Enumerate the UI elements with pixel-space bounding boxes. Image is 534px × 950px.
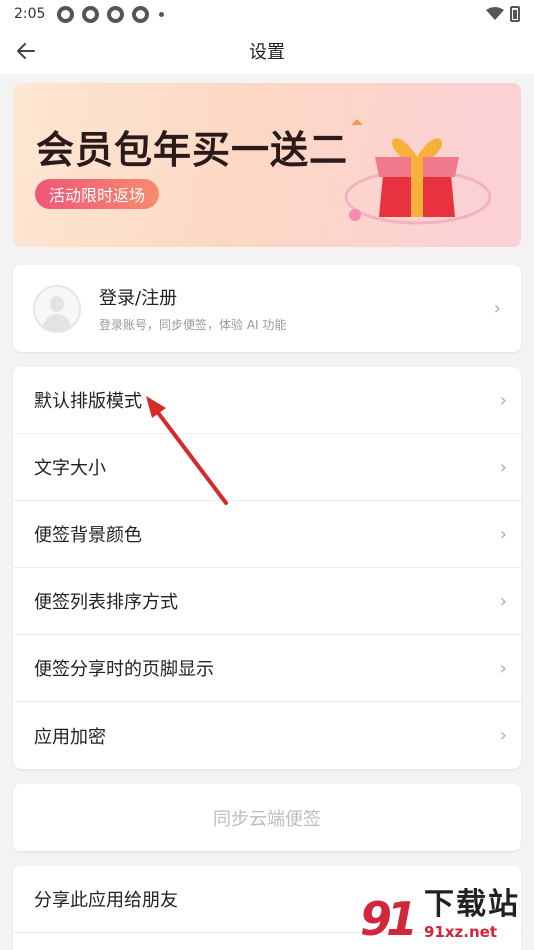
sync-label: 同步云端便签: [213, 808, 321, 830]
avatar: [33, 284, 81, 333]
status-bar: 2:05: [0, 0, 534, 28]
gift-box-icon: [344, 119, 492, 225]
notification-icon: [57, 5, 75, 23]
chevron-right-icon: ›: [493, 298, 501, 319]
setting-label: 便签列表排序方式: [34, 592, 178, 613]
chevron-right-icon: ›: [499, 456, 507, 478]
setting-label: 文字大小: [34, 458, 106, 479]
wifi-icon: [486, 7, 504, 20]
app-header: 设置: [0, 28, 534, 74]
setting-share-footer-display[interactable]: 便签分享时的页脚显示 ›: [13, 635, 521, 702]
banner-title: 会员包年买一送二: [36, 128, 349, 172]
chevron-right-icon: ›: [499, 657, 507, 679]
promo-banner[interactable]: 会员包年买一送二 活动限时返场: [13, 83, 521, 247]
chevron-right-icon: ›: [499, 590, 507, 612]
battery-icon: [510, 6, 520, 22]
setting-label: 应用加密: [34, 726, 106, 748]
watermark-title: 下载站: [424, 887, 520, 922]
setting-font-size[interactable]: 文字大小 ›: [13, 434, 521, 501]
setting-label: 便签分享时的页脚显示: [34, 659, 214, 680]
banner-tag: 活动限时返场: [35, 179, 160, 209]
setting-note-background-color[interactable]: 便签背景颜色 ›: [13, 501, 521, 568]
watermark-logo: 91 下载站 91xz.net: [360, 888, 534, 950]
page-title: 设置: [249, 42, 285, 63]
notification-icon: [132, 5, 150, 23]
setting-default-layout-mode[interactable]: 默认排版模式 ›: [13, 367, 521, 434]
notification-icon: [82, 5, 100, 23]
login-title: 登录/注册: [99, 288, 178, 309]
back-button[interactable]: [12, 37, 40, 65]
notification-icon: [107, 5, 125, 23]
setting-label: 默认排版模式: [34, 391, 142, 412]
setting-note-list-sort-order[interactable]: 便签列表排序方式 ›: [13, 568, 521, 635]
chevron-right-icon: ›: [499, 389, 507, 411]
arrow-left-icon: [17, 43, 35, 59]
sync-cloud-notes-button[interactable]: 同步云端便签: [13, 784, 521, 851]
status-time: 2:05: [14, 6, 46, 22]
login-card[interactable]: 登录/注册 登录账号，同步便签，体验 AI 功能 ›: [13, 265, 521, 352]
chevron-right-icon: ›: [499, 523, 507, 545]
settings-list: 默认排版模式 › 文字大小 › 便签背景颜色 › 便签列表排序方式 › 便签分享…: [13, 367, 521, 769]
setting-label: 便签背景颜色: [34, 525, 142, 546]
watermark-mark: 91: [360, 892, 418, 946]
chevron-right-icon: ›: [499, 725, 507, 746]
more-notifications-dot-icon: [159, 11, 165, 17]
watermark-url: 91xz.net: [424, 922, 520, 942]
login-subtitle: 登录账号，同步便签，体验 AI 功能: [99, 318, 287, 332]
setting-app-encryption[interactable]: 应用加密 ›: [13, 702, 521, 769]
